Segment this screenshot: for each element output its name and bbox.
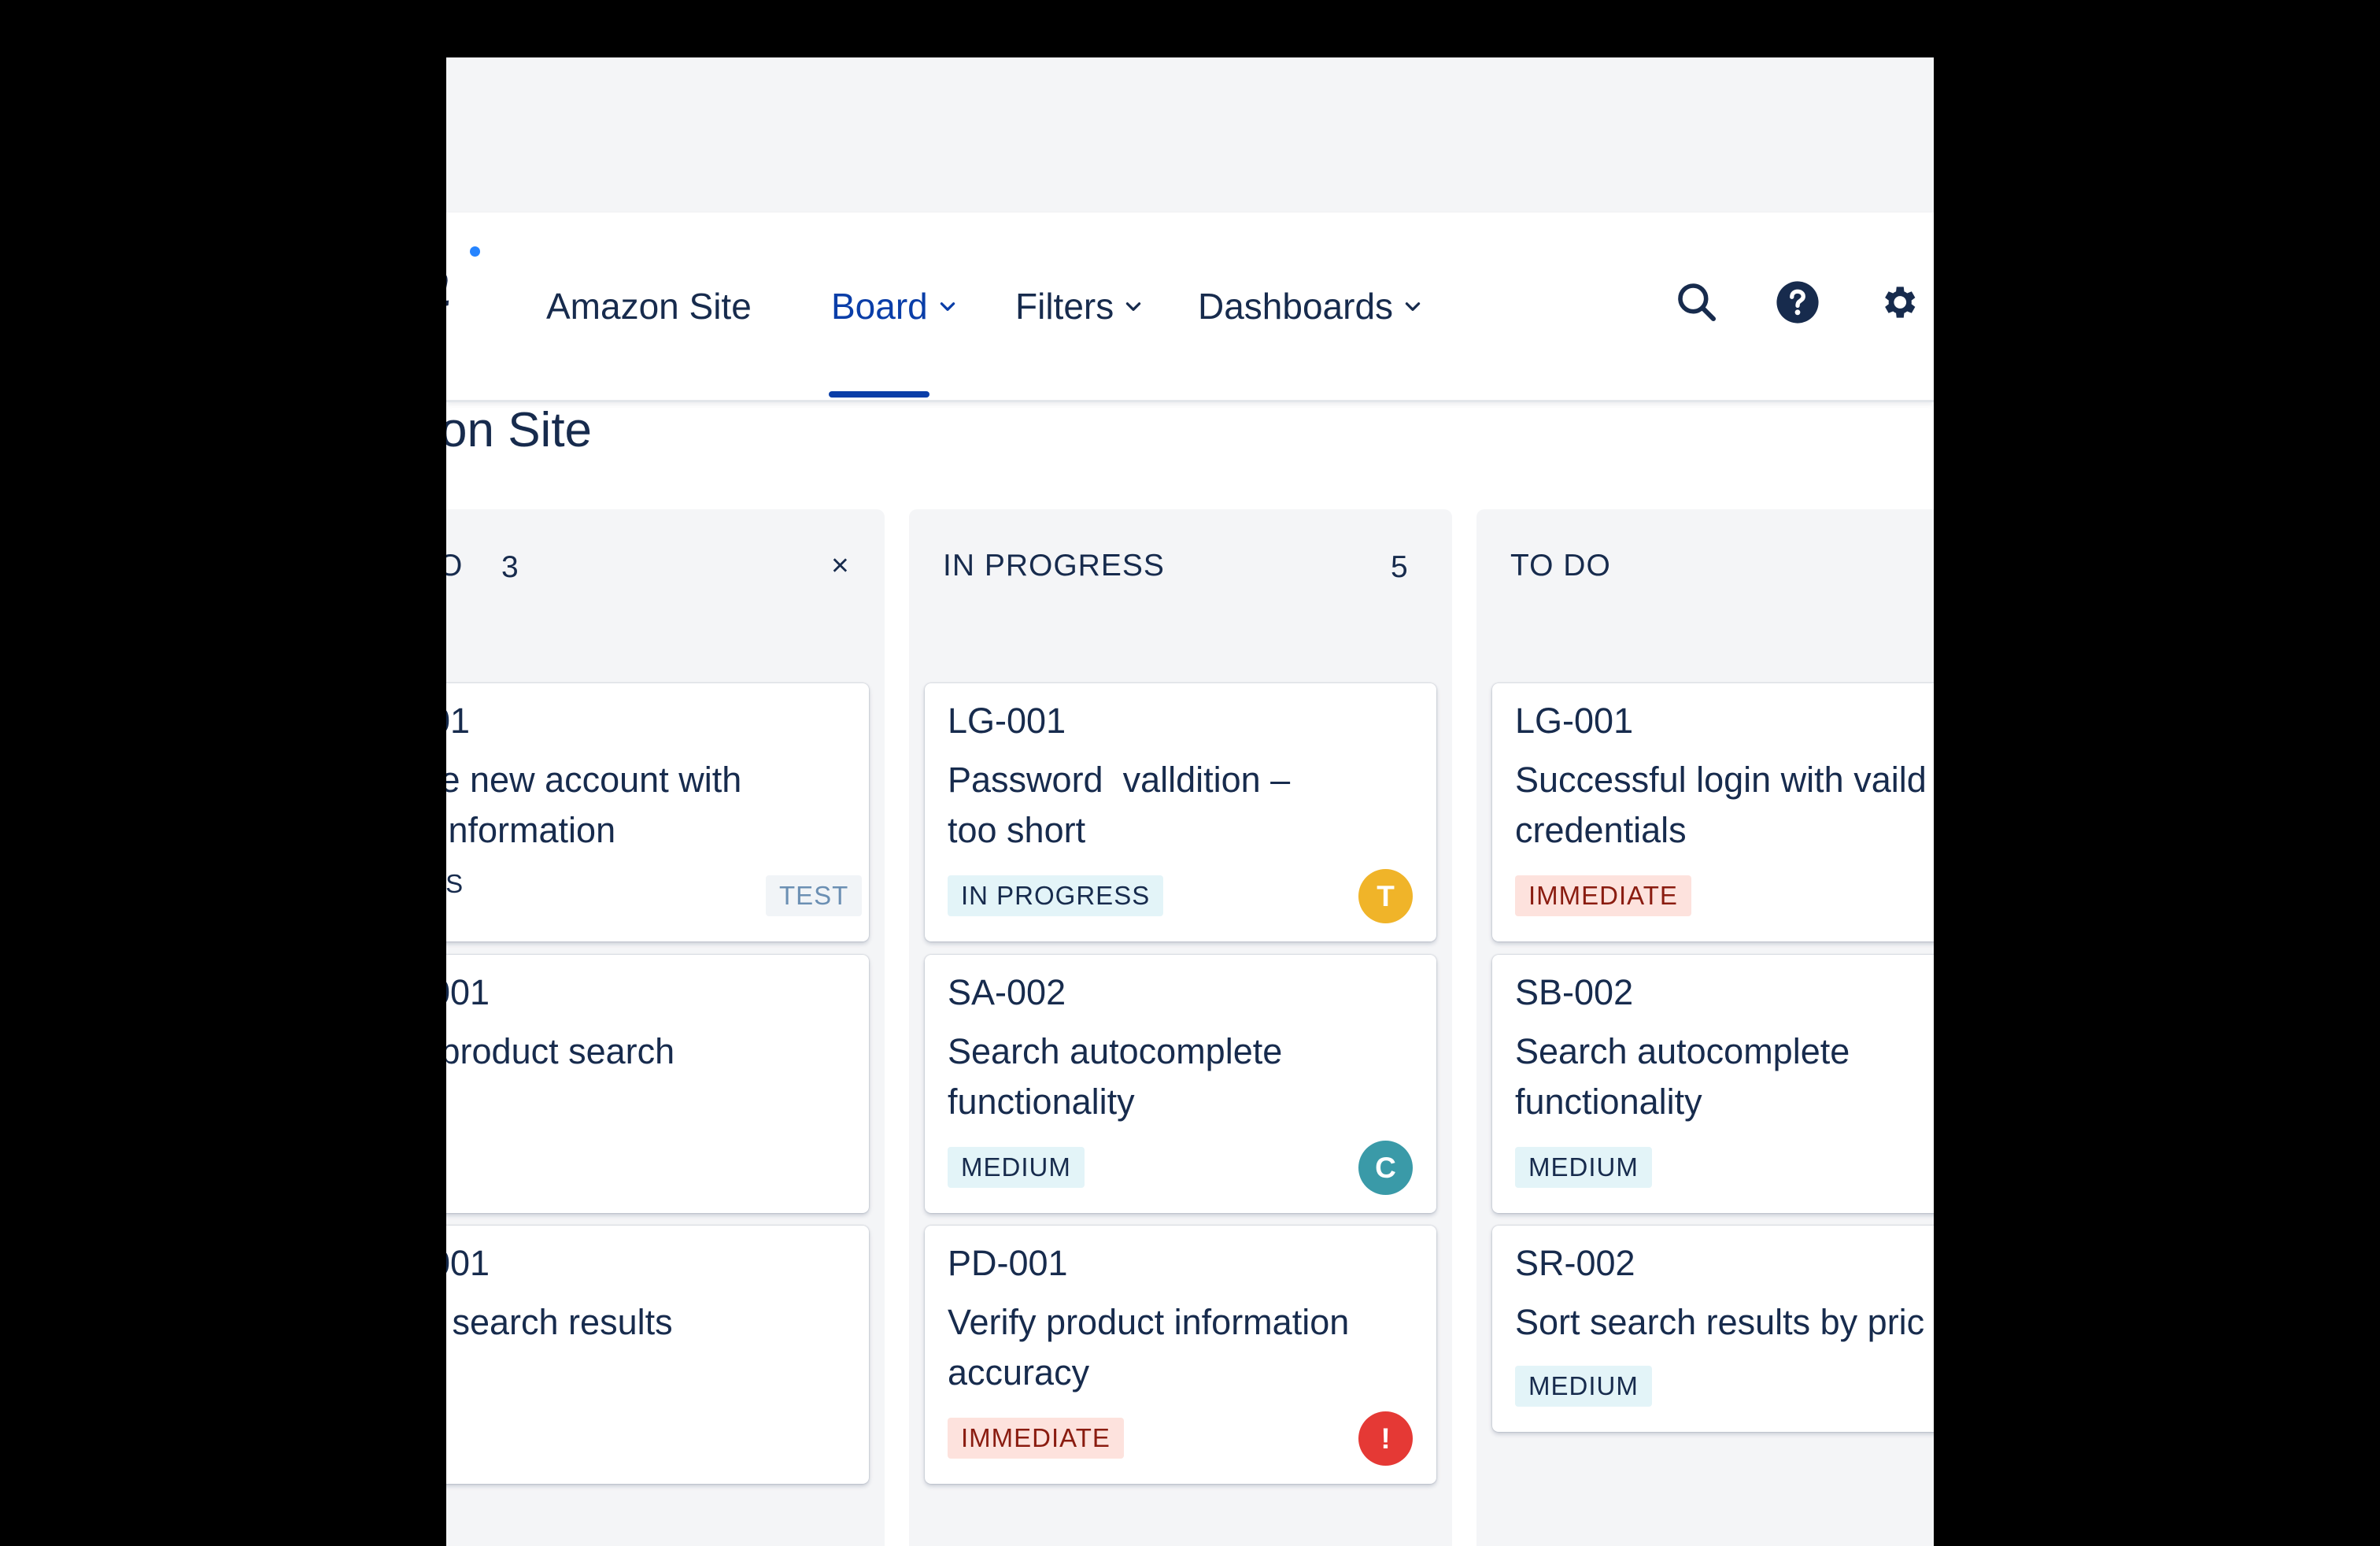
top-navigation: a Amazon Site Board Filters Dashboards: [446, 213, 1934, 402]
issue-summary: r search results r: [452, 1302, 673, 1342]
priority-badge: TEST: [766, 875, 863, 916]
column-count: 3: [501, 550, 519, 584]
issue-card[interactable]: LG-001 Password valldition – too short I…: [925, 683, 1436, 941]
avatar-initial: C: [1375, 1151, 1396, 1184]
nav-dashboards-label: Dashboards: [1198, 286, 1394, 327]
avatar[interactable]: C: [1358, 1141, 1413, 1195]
column-title: IN PROGRESS: [943, 549, 1165, 583]
logo-dot: [470, 246, 480, 257]
priority-badge: IMMEDIATE: [948, 1418, 1124, 1459]
column-header: IN PROGRESS 5: [909, 509, 1452, 619]
priority-badge: MEDIUM: [948, 1147, 1085, 1188]
nav-filters-label: Filters: [1015, 286, 1114, 327]
nav-project-label: Amazon Site: [546, 286, 752, 327]
issue-summary: te new account with information: [446, 760, 742, 850]
issue-key: SB-002: [1515, 972, 1634, 1012]
issue-summary: Sort search results by pric: [1515, 1302, 1925, 1342]
issue-card[interactable]: LG-001 Successful login with vaild crede…: [1492, 683, 1934, 941]
issue-key: LG-001: [948, 701, 1066, 741]
column-header: TO DO: [1476, 509, 1934, 619]
column-title: O: [446, 549, 464, 583]
board-column-to-do: TO DO LG-001 Successful login with vaild…: [1476, 509, 1934, 1546]
active-tab-indicator: [829, 391, 929, 398]
board-column-in-progress: IN PROGRESS 5 LG-001 Password valldition…: [909, 509, 1452, 1546]
help-icon[interactable]: [1773, 278, 1822, 327]
column-count: 5: [1391, 550, 1408, 584]
issue-key: 001: [446, 1243, 490, 1283]
issue-card[interactable]: SB-002 Search autocomplete functionality…: [1492, 955, 1934, 1213]
issue-summary: Password valldition – too short: [948, 760, 1291, 850]
issue-key: LG-001: [1515, 701, 1634, 741]
nav-board-label: Board: [831, 286, 928, 327]
issue-card[interactable]: PD-001 Verify product information accura…: [925, 1226, 1436, 1484]
column-title: TO DO: [1510, 549, 1611, 583]
issue-summary: Search autocomplete functionality: [1515, 1031, 1850, 1122]
priority-badge: MEDIUM: [1515, 1147, 1652, 1188]
nav-filters[interactable]: Filters: [1015, 213, 1144, 400]
page-title: on Site: [446, 403, 593, 457]
app-window: a Amazon Site Board Filters Dashboards: [446, 57, 1934, 1546]
priority-badge: MEDIUM: [1515, 1366, 1652, 1407]
chevron-down-icon: [1126, 302, 1141, 311]
board-column-left: O 3 × 01 te new account with information…: [446, 509, 885, 1546]
issue-summary: Search autocomplete functionality: [948, 1031, 1283, 1122]
avatar[interactable]: T: [1358, 869, 1413, 923]
chevron-down-icon: [1405, 302, 1421, 311]
gear-icon[interactable]: [1874, 278, 1923, 327]
issue-summary: Verify product information accuracy: [948, 1302, 1350, 1393]
issue-card[interactable]: SR-002 Sort search results by pric MEDIU…: [1492, 1226, 1934, 1432]
issue-card[interactable]: 001 product search r: [446, 955, 869, 1213]
issue-key: SA-002: [948, 972, 1066, 1012]
nav-dashboards[interactable]: Dashboards: [1198, 213, 1423, 400]
issue-summary: product search r: [446, 1031, 675, 1071]
issue-key: SR-002: [1515, 1243, 1635, 1283]
issue-key: 001: [446, 972, 490, 1012]
issue-key: PD-001: [948, 1243, 1068, 1283]
issue-tag: TS: [446, 869, 464, 898]
alert-icon[interactable]: !: [1358, 1411, 1413, 1466]
chevron-down-icon: [940, 302, 955, 311]
app-logo[interactable]: a: [446, 247, 451, 321]
issue-card[interactable]: 001 r search results r: [446, 1226, 869, 1484]
issue-card[interactable]: SA-002 Search autocomplete functionality…: [925, 955, 1436, 1213]
issue-card[interactable]: 01 te new account with information TS TE…: [446, 683, 869, 941]
priority-badge: IMMEDIATE: [1515, 875, 1691, 916]
issue-key: 01: [446, 701, 471, 741]
search-icon[interactable]: [1672, 278, 1721, 327]
nav-project[interactable]: Amazon Site: [546, 213, 752, 400]
close-icon[interactable]: ×: [831, 549, 849, 583]
nav-board[interactable]: Board: [831, 213, 958, 400]
status-badge: IN PROGRESS: [948, 875, 1164, 916]
avatar-initial: T: [1377, 879, 1395, 912]
column-header: O 3 ×: [446, 509, 885, 619]
issue-summary: Successful login with vaild credentials: [1515, 760, 1927, 850]
top-bar: [446, 57, 1934, 213]
avatar-initial: !: [1380, 1422, 1391, 1455]
